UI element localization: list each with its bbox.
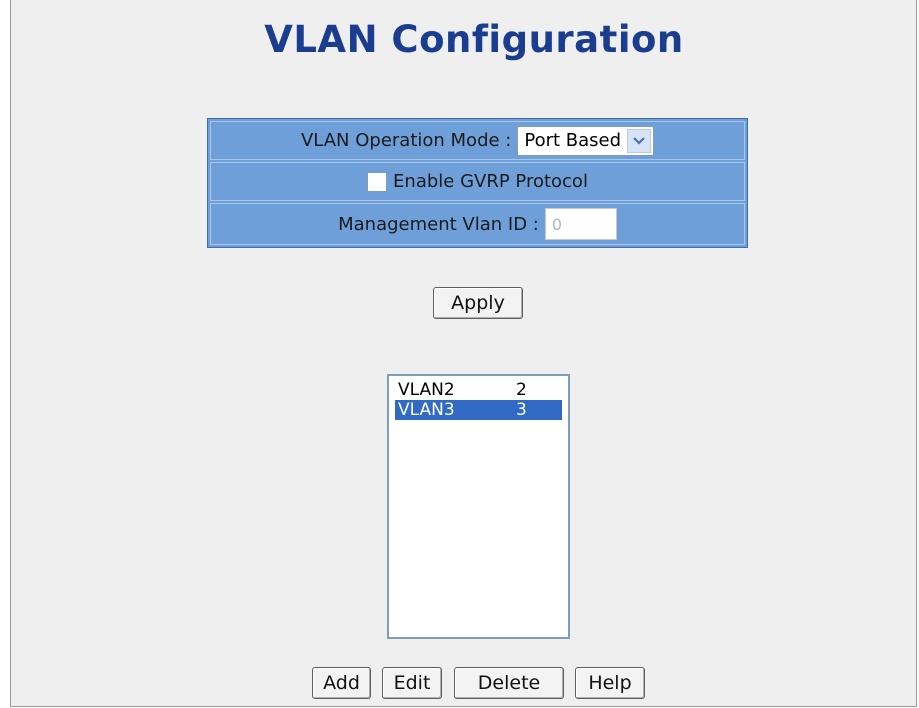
list-item[interactable]: VLAN2 2: [395, 380, 562, 400]
operation-mode-row: VLAN Operation Mode : Port Based: [210, 121, 745, 160]
mgmt-vlan-row: Management Vlan ID : 0: [210, 203, 745, 245]
mgmt-vlan-input[interactable]: 0: [544, 208, 617, 240]
gvrp-row: Enable GVRP Protocol: [210, 162, 745, 201]
vlan-config-table: VLAN Operation Mode : Port Based Enable …: [207, 118, 748, 248]
edit-button[interactable]: Edit: [382, 667, 442, 699]
add-button[interactable]: Add: [312, 667, 371, 699]
apply-button[interactable]: Apply: [433, 287, 523, 319]
chevron-down-icon[interactable]: [627, 128, 652, 153]
list-item[interactable]: VLAN3 3: [395, 400, 562, 420]
page-title: VLAN Configuration: [264, 18, 684, 61]
operation-mode-select[interactable]: Port Based: [517, 125, 655, 156]
gvrp-label: Enable GVRP Protocol: [393, 171, 588, 192]
vlan-listbox[interactable]: VLAN2 2 VLAN3 3: [387, 374, 570, 639]
vlan-id: 3: [516, 400, 527, 420]
vlan-id: 2: [516, 380, 527, 400]
vlan-name: VLAN3: [398, 400, 455, 420]
delete-button[interactable]: Delete: [454, 667, 564, 699]
help-button[interactable]: Help: [575, 667, 645, 699]
operation-mode-value: Port Based: [524, 130, 622, 151]
vlan-name: VLAN2: [398, 380, 455, 400]
gvrp-checkbox[interactable]: [367, 171, 388, 192]
mgmt-vlan-label: Management Vlan ID :: [338, 213, 539, 235]
operation-mode-label: VLAN Operation Mode :: [300, 130, 512, 151]
